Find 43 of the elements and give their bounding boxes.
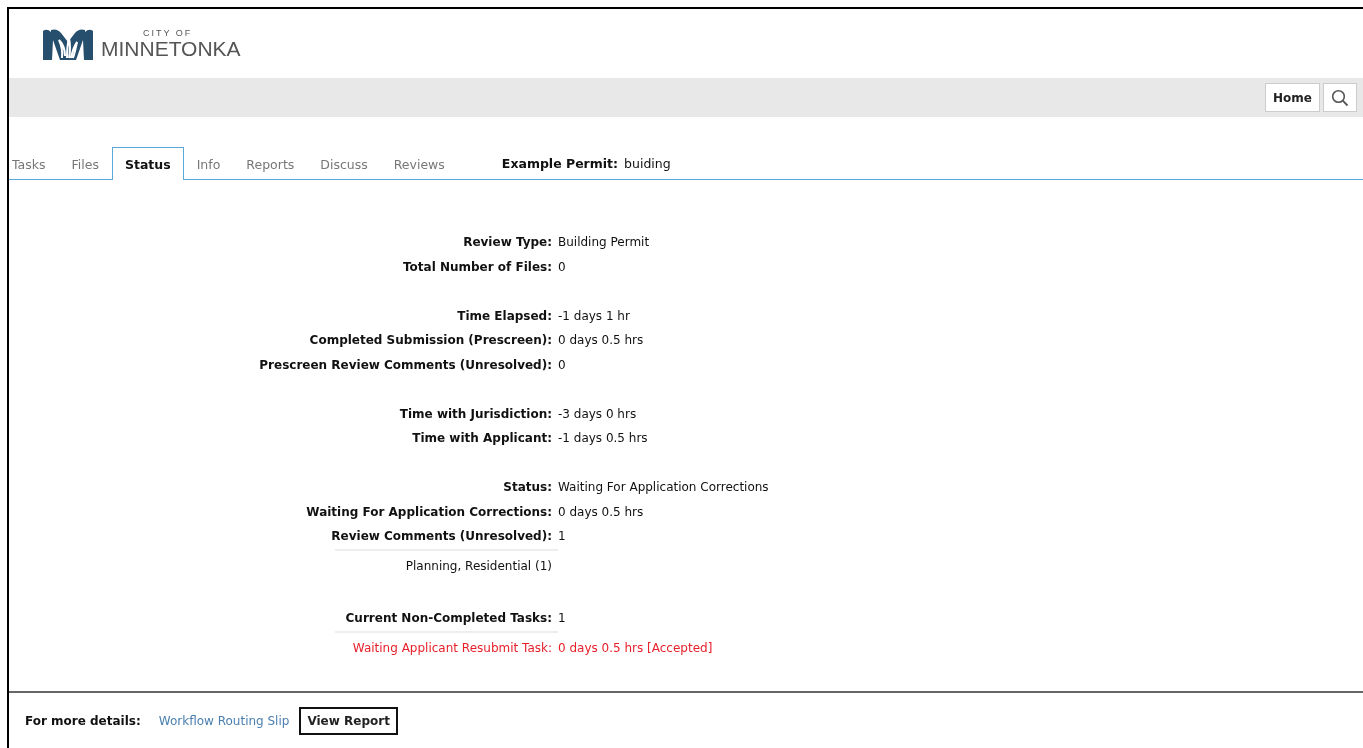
field-value: Building Permit (558, 235, 651, 250)
field-label: Time with Applicant: (411, 431, 553, 446)
tab[interactable]: Tasks (9, 148, 59, 180)
field-label: Time with Jurisdiction: (398, 406, 553, 421)
footer-label: For more details: (25, 713, 141, 728)
field-value: -1 days 0.5 hrs (558, 431, 649, 446)
field-value: 0 (558, 259, 567, 274)
permit-value: buiding (624, 155, 671, 171)
tab[interactable]: Discuss (307, 148, 381, 180)
tab[interactable]: Info (183, 148, 234, 180)
field-label: Prescreen Review Comments (Unresolved): (258, 357, 553, 372)
field-label: Review Type: (462, 235, 553, 250)
logo-title: MINNETONKA (101, 37, 241, 59)
search-button[interactable] (1323, 83, 1357, 112)
tab[interactable]: Files (58, 148, 112, 180)
field-label: Time Elapsed: (456, 308, 553, 323)
field-label: Total Number of Files: (401, 259, 553, 274)
review-group-text: Planning, Residential (1) (335, 548, 558, 582)
field-value: 0 (558, 357, 567, 372)
logo-icon (43, 27, 93, 60)
field-label: Current Non-Completed Tasks: (344, 611, 553, 626)
logo-subtitle: CITY OF (142, 28, 194, 38)
view-report-button[interactable]: View Report (299, 706, 398, 735)
field-value: 0 days 0.5 hrs (558, 333, 645, 348)
field-value: 1 (558, 611, 567, 626)
field-label: Status: (502, 480, 553, 495)
task-value: 0 days 0.5 hrs [Accepted] (558, 639, 714, 657)
field-label: Waiting For Application Corrections: (305, 504, 553, 519)
search-icon (1331, 88, 1349, 107)
routing-slip-link[interactable]: Workflow Routing Slip (158, 713, 290, 728)
field-value: Waiting For Application Corrections (558, 480, 770, 495)
field-label: Completed Submission (Prescreen): (308, 333, 553, 348)
permit-label: Example Permit: (501, 155, 619, 171)
tab[interactable]: Status (111, 147, 184, 180)
field-value: -1 days 1 hr (558, 308, 631, 323)
field-value: 1 (558, 529, 567, 544)
tab[interactable]: Reports (233, 148, 308, 180)
field-value: 0 days 0.5 hrs (558, 504, 645, 519)
field-value: -3 days 0 hrs (558, 406, 638, 421)
tab[interactable]: Reviews (380, 148, 458, 180)
home-button[interactable]: Home (1265, 83, 1320, 112)
field-label: Review Comments (Unresolved): (330, 529, 553, 544)
task-label: Waiting Applicant Resubmit Task: (335, 630, 558, 664)
